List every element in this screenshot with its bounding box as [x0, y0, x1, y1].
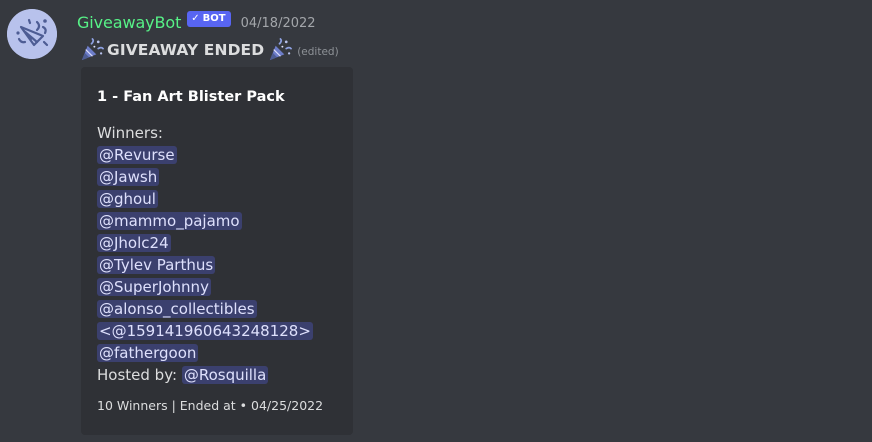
winner-mention[interactable]: @Jawsh [97, 168, 160, 186]
bot-tag: ✓ BOT [187, 11, 231, 27]
winner-mention[interactable]: @Revurse [97, 146, 177, 164]
avatar[interactable] [7, 9, 57, 59]
embed-title: 1 - Fan Art Blister Pack [97, 89, 285, 105]
winner-mention[interactable]: @SuperJohnny [97, 278, 211, 296]
winner-mention[interactable]: <@159141960643248128> [97, 322, 313, 340]
winner-mention[interactable]: @mammo_pajamo [97, 212, 242, 230]
message-header: GiveawayBot ✓ BOT 04/18/2022 [77, 9, 316, 35]
edited-label: (edited) [297, 46, 339, 58]
author-name[interactable]: GiveawayBot [77, 13, 181, 32]
message-timestamp: 04/18/2022 [240, 15, 316, 31]
giveaway-embed: 1 - Fan Art Blister Pack Winners: @Revur… [81, 67, 353, 435]
verified-check-icon: ✓ [191, 13, 200, 24]
chat-message: GiveawayBot ✓ BOT 04/18/2022 GIVEAWAY EN… [0, 0, 872, 442]
message-content: GIVEAWAY ENDED (edited) [79, 36, 339, 64]
winner-mention[interactable]: @alonso_collectibles [97, 300, 257, 318]
bot-tag-label: BOT [202, 13, 226, 24]
hosted-by-label: Hosted by: [97, 366, 178, 384]
party-popper-icon [7, 9, 57, 59]
tada-icon [81, 37, 104, 60]
host-mention[interactable]: @Rosquilla [181, 366, 269, 384]
giveaway-ended-text: GIVEAWAY ENDED [107, 41, 265, 59]
hosted-by-line: Hosted by: @Rosquilla [97, 364, 313, 386]
winner-mention[interactable]: @fathergoon [97, 344, 199, 362]
winners-label: Winners: [97, 124, 163, 142]
winner-mention[interactable]: @Tylev Parthus [97, 256, 216, 274]
embed-description: Winners: @Revurse @Jawsh @ghoul @mammo_p… [97, 122, 313, 386]
embed-footer: 10 Winners | Ended at • 04/25/2022 [97, 398, 324, 413]
winner-mention[interactable]: @ghoul [97, 190, 158, 208]
tada-icon [270, 37, 293, 60]
winner-mention[interactable]: @Jholc24 [97, 234, 171, 252]
